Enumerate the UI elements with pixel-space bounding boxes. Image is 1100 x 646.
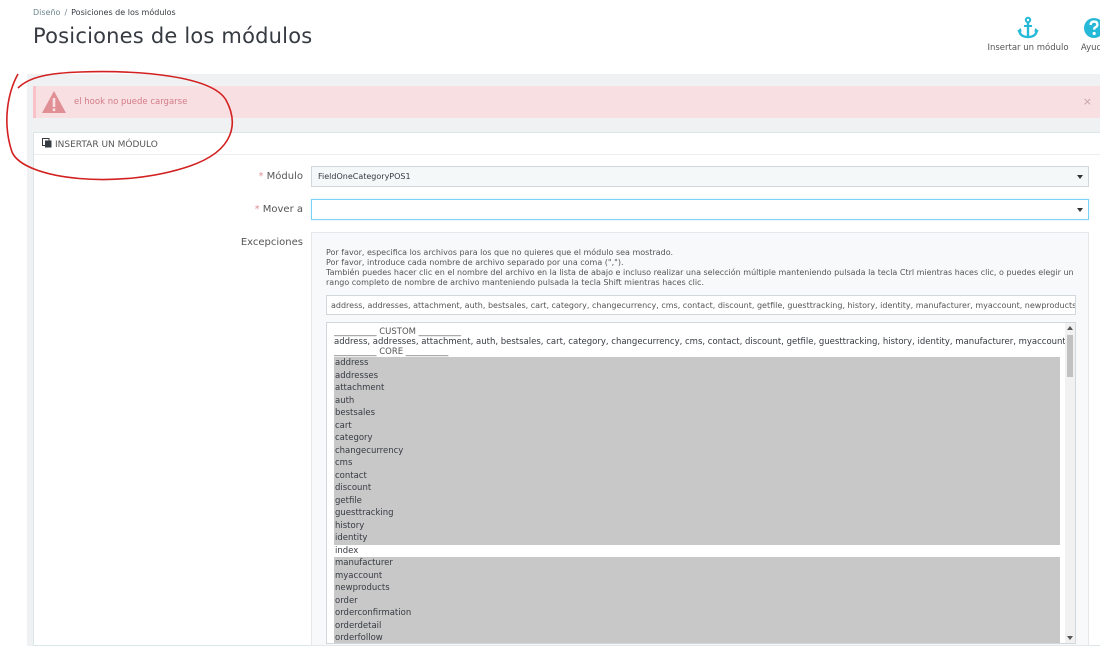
insert-module-label: Insertar un módulo: [987, 43, 1069, 53]
help-line: También puedes hacer clic en el nombre d…: [326, 268, 1074, 287]
scroll-up-icon[interactable]: [1067, 326, 1073, 330]
page-header: Diseño / Posiciones de los módulos Posicio…: [0, 0, 1100, 74]
exceptions-files-list[interactable]: __________ CUSTOM __________ address, ad…: [326, 322, 1076, 644]
file-option-manufacturer[interactable]: manufacturer: [334, 557, 1060, 570]
module-select[interactable]: FieldOneCategoryPOS1: [311, 166, 1089, 187]
panel-heading: INSERTAR UN MÓDULO: [34, 133, 1100, 155]
error-alert: el hook no puede cargarse ×: [33, 86, 1100, 118]
required-mark: *: [258, 171, 264, 182]
insert-module-button[interactable]: Insertar un módulo: [986, 16, 1070, 53]
file-option-cms[interactable]: cms: [334, 457, 1060, 470]
help-line: Por favor, introduce cada nombre de arch…: [326, 258, 624, 267]
file-option-orderconfirmation[interactable]: orderconfirmation: [334, 607, 1060, 620]
exceptions-files-input[interactable]: address, addresses, attachment, auth, be…: [326, 295, 1076, 315]
file-option-address[interactable]: address: [334, 357, 1060, 370]
scroll-thumb[interactable]: [1067, 335, 1073, 377]
alert-message: el hook no puede cargarse: [74, 97, 188, 107]
move-to-select[interactable]: [311, 199, 1089, 220]
anchor-icon: [1017, 16, 1039, 39]
help-button[interactable]: Ayuda: [1074, 16, 1100, 53]
file-option-guesttracking[interactable]: guesttracking: [334, 507, 1060, 520]
file-option-category[interactable]: category: [334, 432, 1060, 445]
exceptions-help: Por favor, especifica los archivos para …: [326, 248, 1076, 288]
module-select-value: FieldOneCategoryPOS1: [318, 172, 411, 181]
file-option-addresses[interactable]: addresses: [334, 369, 1060, 382]
file-option-bestsales[interactable]: bestsales: [334, 407, 1060, 420]
module-label: * Módulo: [183, 171, 303, 182]
move-to-label: * Mover a: [183, 204, 303, 215]
clone-icon: [42, 138, 52, 148]
file-option-auth[interactable]: auth: [334, 394, 1060, 407]
core-group-header: __________ CORE __________: [334, 347, 449, 357]
file-option-identity[interactable]: identity: [334, 532, 1060, 545]
chevron-down-icon: [1077, 208, 1083, 212]
file-option-attachment[interactable]: attachment: [334, 382, 1060, 395]
file-option-orderdetail[interactable]: orderdetail: [334, 619, 1060, 632]
help-label: Ayuda: [1080, 43, 1100, 53]
help-line: Por favor, especifica los archivos para …: [326, 248, 674, 257]
list-scrollbar[interactable]: [1065, 323, 1075, 643]
exceptions-box: Por favor, especifica los archivos para …: [311, 232, 1089, 646]
breadcrumb-parent[interactable]: Diseño: [33, 8, 60, 17]
file-option-discount[interactable]: discount: [334, 482, 1060, 495]
core-options: address addresses attachment auth bestsales c…: [334, 357, 1075, 643]
breadcrumb-separator: /: [64, 8, 68, 17]
custom-group-header: __________ CUSTOM __________: [334, 327, 462, 337]
custom-files-option[interactable]: address, addresses, attachment, auth, be…: [334, 337, 1066, 347]
module-label-text: Módulo: [266, 171, 303, 182]
file-option-index[interactable]: index: [334, 545, 1060, 558]
move-to-label-text: Mover a: [262, 204, 303, 215]
file-option-cart[interactable]: cart: [334, 419, 1060, 432]
file-option-changecurrency[interactable]: changecurrency: [334, 444, 1060, 457]
breadcrumb-current: Posiciones de los módulos: [71, 8, 176, 17]
alert-close-button[interactable]: ×: [1083, 95, 1092, 108]
required-mark: *: [254, 204, 260, 215]
chevron-down-icon: [1077, 175, 1083, 179]
page-title: Posiciones de los módulos: [33, 24, 313, 48]
file-option-getfile[interactable]: getfile: [334, 494, 1060, 507]
exceptions-label: Excepciones: [240, 237, 303, 248]
warning-triangle-icon: [42, 91, 66, 113]
question-circle-icon: [1084, 18, 1100, 38]
file-option-history[interactable]: history: [334, 519, 1060, 532]
panel-heading-label: INSERTAR UN MÓDULO: [55, 140, 158, 150]
breadcrumb: Diseño / Posiciones de los módulos: [33, 8, 176, 17]
file-option-newproducts[interactable]: newproducts: [334, 582, 1060, 595]
file-option-orderfollow[interactable]: orderfollow: [334, 632, 1060, 643]
scroll-down-icon[interactable]: [1067, 636, 1073, 640]
file-option-contact[interactable]: contact: [334, 469, 1060, 482]
file-option-order[interactable]: order: [334, 594, 1060, 607]
file-option-myaccount[interactable]: myaccount: [334, 569, 1060, 582]
